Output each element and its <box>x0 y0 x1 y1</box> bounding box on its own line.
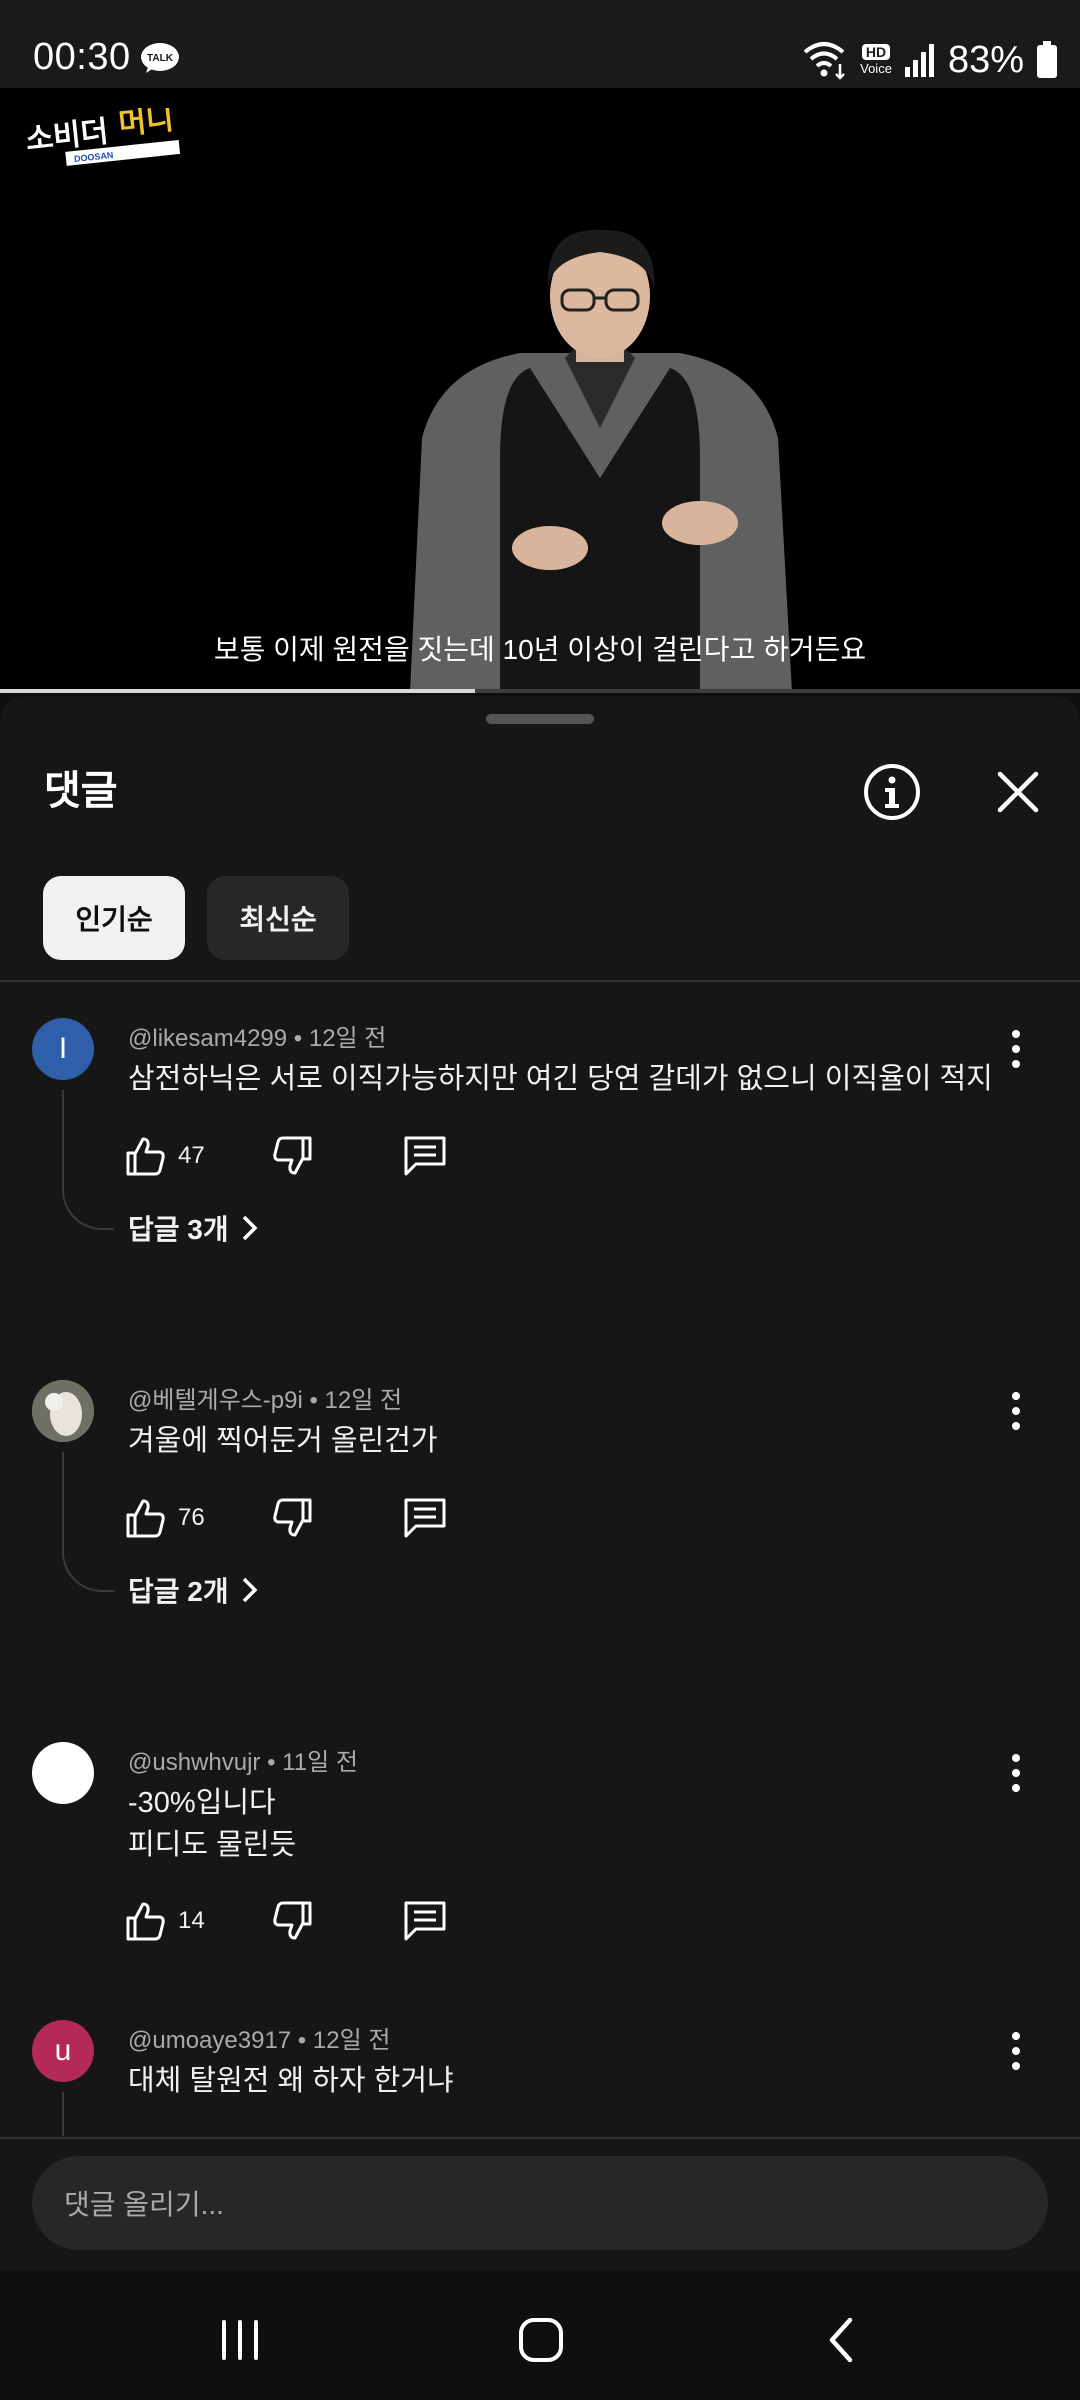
thread-curve <box>62 1552 114 1592</box>
drag-handle[interactable] <box>486 714 594 724</box>
chevron-right-icon <box>242 1577 258 1603</box>
comment-age: 12일 전 <box>312 2027 391 2054</box>
comment-actions: 76 <box>124 1493 448 1543</box>
talk-badge-text: TALK <box>147 53 174 64</box>
close-icon[interactable] <box>992 766 1044 818</box>
signal-icon <box>904 44 934 77</box>
thumbs-up-icon <box>126 1137 165 1176</box>
comment-item: u @umoaye3917 • 12일 전 대체 탈원전 왜 하자 한거냐 <box>0 2020 1080 2136</box>
avatar[interactable] <box>32 1380 94 1442</box>
status-icons: HD Voice 83% <box>802 36 1058 84</box>
voice-label: Voice <box>860 61 892 76</box>
input-divider <box>0 2137 1080 2139</box>
like-button[interactable]: 76 <box>124 1496 220 1540</box>
comment-item: I @likesam4299 • 12일 전 삼전하닉은 서로 이직가능하지만 … <box>0 1018 1080 1268</box>
like-button[interactable]: 14 <box>124 1899 220 1943</box>
comment-author[interactable]: @umoaye3917 <box>128 2027 291 2054</box>
comment-text-line: 피디도 물린듯 <box>128 1829 297 1861</box>
comments-title: 댓글 <box>44 769 118 813</box>
battery-icon <box>1037 41 1057 78</box>
comment-meta: @ushwhvujr • 11일 전 <box>128 1742 358 1777</box>
more-options-icon[interactable] <box>1000 1386 1032 1436</box>
comment-input[interactable]: 댓글 올리기... <box>32 2156 1048 2250</box>
hd-label: HD <box>861 44 891 60</box>
comment-item: @베텔게우스-p9i • 12일 전 겨울에 찍어둔거 올린건가 76 답글 2… <box>0 1380 1080 1630</box>
comment-item: @ushwhvujr • 11일 전 -30%입니다 피디도 물린듯 14 <box>0 1742 1080 1962</box>
comment-author[interactable]: @likesam4299 <box>128 1025 287 1052</box>
channel-logo: 소비더 머니 DOOSAN <box>24 108 180 166</box>
reply-icon[interactable] <box>402 1899 448 1943</box>
battery-percent: 83% <box>947 38 1024 81</box>
chevron-right-icon <box>242 1215 258 1241</box>
comment-author[interactable]: @베텔게우스-p9i <box>128 1387 303 1414</box>
comment-meta: @likesam4299 • 12일 전 <box>128 1018 386 1053</box>
avatar-image <box>32 1380 94 1442</box>
thumbs-up-icon <box>126 1902 165 1941</box>
comment-text: 겨울에 찍어둔거 올린건가 <box>128 1425 438 1457</box>
reply-icon[interactable] <box>402 1134 448 1178</box>
info-icon[interactable] <box>862 762 922 822</box>
meta-separator: • <box>291 2027 313 2054</box>
wifi-icon <box>803 42 846 80</box>
like-count: 14 <box>178 1907 205 1934</box>
thread-curve <box>62 1190 114 1230</box>
thumbs-down-icon[interactable] <box>270 1899 314 1943</box>
video-progress-fill <box>0 689 476 693</box>
avatar[interactable]: u <box>32 2020 94 2082</box>
kakaotalk-notification-icon: TALK <box>141 43 179 73</box>
comment-text: -30%입니다 피디도 물린듯 <box>128 1782 296 1866</box>
more-options-icon[interactable] <box>1000 2026 1032 2076</box>
back-icon[interactable] <box>812 2310 872 2370</box>
system-nav-bar <box>0 2270 1080 2400</box>
sort-chip-newest[interactable]: 최신순 <box>207 876 349 960</box>
comment-actions: 14 <box>124 1896 448 1946</box>
thread-line <box>62 2092 64 2136</box>
chips-divider <box>0 980 1080 982</box>
comment-age: 12일 전 <box>324 1387 403 1414</box>
thumbs-up-icon <box>126 1499 165 1538</box>
comment-text: 삼전하닉은 서로 이직가능하지만 여긴 당연 갈데가 없으니 이직율이 적지 <box>128 1063 993 1095</box>
comment-author[interactable]: @ushwhvujr <box>128 1749 260 1776</box>
comments-panel: 댓글 인기순 최신순 I @likesam4299 • 12일 전 삼전하닉은 … <box>0 696 1080 2400</box>
replies-count: 답글 2개 <box>128 1576 229 1607</box>
like-button[interactable]: 47 <box>124 1134 220 1178</box>
more-options-icon[interactable] <box>1000 1024 1032 1074</box>
thumbs-down-icon[interactable] <box>270 1134 314 1178</box>
like-count: 76 <box>178 1504 205 1531</box>
hd-voice-icon: HD Voice <box>860 44 892 76</box>
avatar[interactable] <box>32 1742 94 1804</box>
video-frame-person <box>410 229 792 692</box>
avatar[interactable]: I <box>32 1018 94 1080</box>
comment-meta: @umoaye3917 • 12일 전 <box>128 2020 390 2055</box>
more-options-icon[interactable] <box>1000 1748 1032 1798</box>
comment-age: 12일 전 <box>308 1025 387 1052</box>
comment-meta: @베텔게우스-p9i • 12일 전 <box>128 1380 402 1415</box>
recent-apps-icon[interactable] <box>210 2310 270 2370</box>
reply-icon[interactable] <box>402 1496 448 1540</box>
replies-count: 답글 3개 <box>128 1214 229 1245</box>
comment-actions: 47 <box>124 1131 448 1181</box>
video-player[interactable]: 소비더 머니 DOOSAN 보통 이제 원전을 짓는데 10년 이상이 걸린다고… <box>0 88 1080 692</box>
like-count: 47 <box>178 1142 205 1169</box>
video-subtitle: 보통 이제 원전을 짓는데 10년 이상이 걸린다고 하거든요 <box>213 634 867 665</box>
comment-age: 11일 전 <box>282 1749 358 1776</box>
meta-separator: • <box>287 1025 309 1052</box>
video-progress-bar[interactable] <box>0 689 1080 693</box>
thread-line <box>62 1452 64 1554</box>
view-replies-button[interactable]: 답글 2개 <box>128 1570 259 1610</box>
svg-text:머니: 머니 <box>117 108 176 142</box>
view-replies-button[interactable]: 답글 3개 <box>128 1208 259 1248</box>
status-bar: 00:30 TALK HD Voice 83% <box>0 0 1080 88</box>
thread-line <box>62 1090 64 1192</box>
status-time: 00:30 <box>33 36 131 78</box>
comment-text: 대체 탈원전 왜 하자 한거냐 <box>128 2065 454 2097</box>
home-icon[interactable] <box>511 2310 571 2370</box>
thumbs-down-icon[interactable] <box>270 1496 314 1540</box>
meta-separator: • <box>302 1387 325 1414</box>
comment-text-line: -30%입니다 <box>128 1787 276 1819</box>
meta-separator: • <box>260 1749 283 1776</box>
sort-chip-popular[interactable]: 인기순 <box>43 876 185 960</box>
